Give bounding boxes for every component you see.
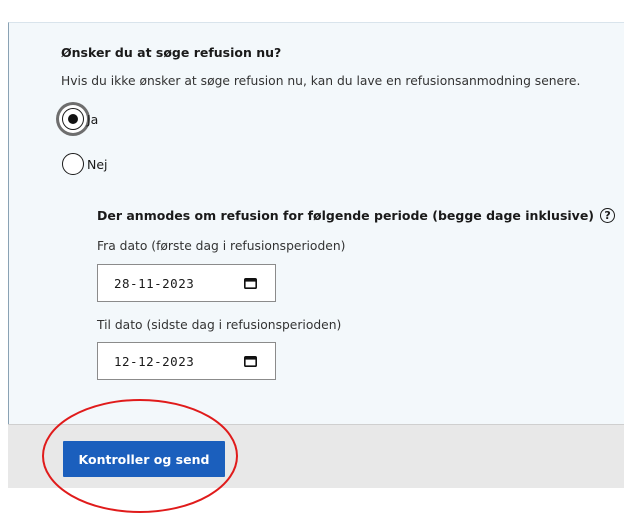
to-date-input[interactable]: 12-12-2023 bbox=[97, 342, 276, 380]
to-date-value: 12-12-2023 bbox=[114, 353, 195, 369]
submit-button[interactable]: Kontroller og send bbox=[63, 441, 225, 477]
radio-button-nej[interactable] bbox=[62, 153, 84, 175]
refund-question-title: Ønsker du at søge refusion nu? bbox=[61, 45, 282, 60]
radio-option-ja[interactable]: Ja bbox=[62, 108, 98, 130]
refund-question-hint: Hvis du ikke ønsker at søge refusion nu,… bbox=[61, 74, 581, 88]
to-date-label: Til dato (sidste dag i refusionsperioden… bbox=[97, 318, 342, 332]
calendar-icon[interactable] bbox=[244, 277, 257, 289]
from-date-label: Fra dato (første dag i refusionsperioden… bbox=[97, 239, 346, 253]
calendar-icon[interactable] bbox=[244, 355, 257, 367]
radio-label-nej: Nej bbox=[87, 156, 108, 172]
radio-button-ja[interactable] bbox=[62, 108, 84, 130]
period-label-text: Der anmodes om refusion for følgende per… bbox=[97, 208, 595, 223]
radio-option-nej[interactable]: Nej bbox=[62, 153, 108, 175]
period-section-label: Der anmodes om refusion for følgende per… bbox=[97, 208, 616, 223]
from-date-value: 28-11-2023 bbox=[114, 275, 195, 291]
question-circle-icon[interactable]: ? bbox=[600, 208, 616, 223]
radio-selected-dot bbox=[68, 114, 78, 124]
radio-label-ja: Ja bbox=[87, 111, 99, 127]
from-date-input[interactable]: 28-11-2023 bbox=[97, 264, 276, 302]
top-strip bbox=[0, 0, 624, 22]
